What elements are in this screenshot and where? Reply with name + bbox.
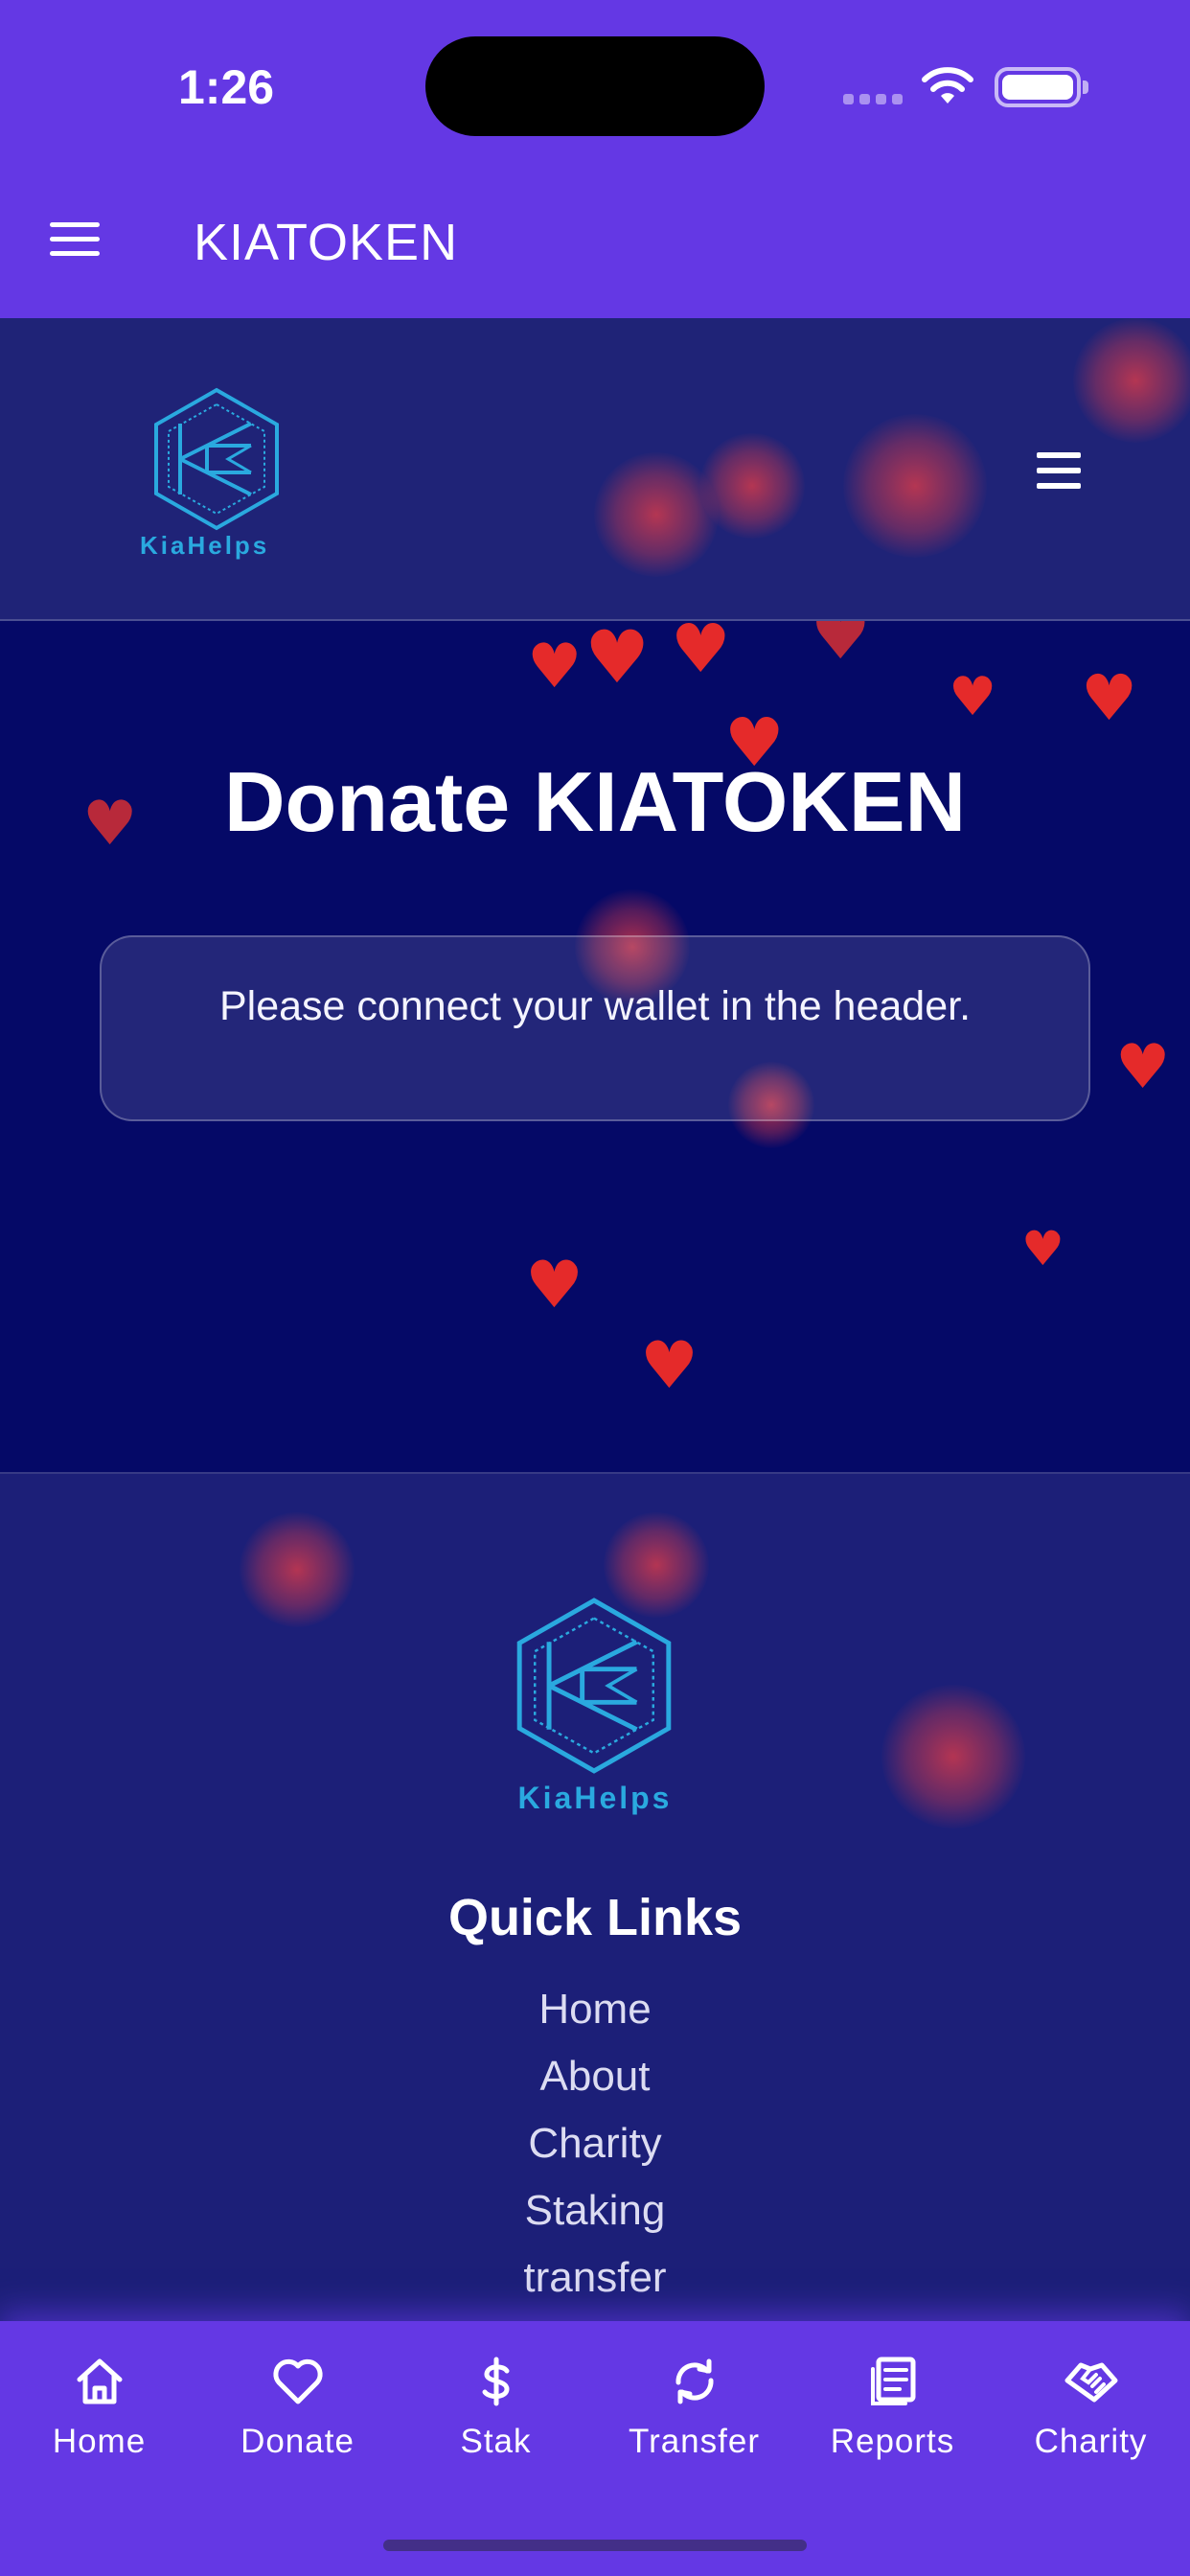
dollar-icon [482,2357,510,2406]
footer-link-transfer[interactable]: transfer [0,2254,1190,2302]
heart-icon: ♥ [949,666,997,728]
bottom-tab-bar: Home Donate Stak Transfer Reports Charit… [0,2321,1190,2576]
logo-text: KiaHelps [140,531,270,560]
drawer-menu-icon[interactable] [50,222,100,257]
tab-donate[interactable]: Donate [198,2354,397,2488]
heart-icon [272,2358,323,2404]
dynamic-island [425,36,765,136]
app-title: KIATOKEN [194,214,459,271]
home-icon [77,2358,122,2404]
glow-blob [594,452,719,577]
heart-icon: ♥ [811,621,871,675]
footer-link-charity[interactable]: Charity [0,2120,1190,2168]
heart-icon: ♥ [1115,1032,1171,1103]
status-bar: 1:26 [0,0,1190,163]
tab-reports[interactable]: Reports [793,2354,992,2488]
tab-charity[interactable]: Charity [992,2354,1190,2488]
kiahelps-logo-icon[interactable] [151,387,282,531]
footer-link-staking[interactable]: Staking [0,2187,1190,2235]
tab-label: Charity [1034,2423,1148,2460]
site-menu-icon[interactable] [1037,452,1081,489]
kiahelps-footer-logo-icon[interactable] [514,1597,675,1775]
footer-link-about[interactable]: About [0,2053,1190,2101]
heart-icon: ♥ [1081,661,1138,735]
heart-icon: ♥ [525,1248,584,1323]
heart-icon: ♥ [640,1328,698,1404]
status-time: 1:26 [178,60,275,114]
home-indicator[interactable] [383,2540,807,2551]
cellular-signal-icon [843,94,904,105]
site-header: KiaHelps [0,318,1190,621]
footer-link-home[interactable]: Home [0,1986,1190,2034]
tab-label: Donate [240,2423,355,2460]
tab-label: Transfer [628,2423,760,2460]
heart-icon: ♥ [671,621,731,688]
tab-stak[interactable]: Stak [397,2354,595,2488]
refresh-icon [675,2358,714,2404]
tab-label: Stak [460,2423,532,2460]
page-title: Donate KIATOKEN [223,754,967,849]
tab-label: Reports [830,2423,955,2460]
tab-label: Home [52,2423,147,2460]
heart-icon: ♥ [584,621,651,700]
glow-blob [699,433,805,539]
document-icon [870,2357,915,2405]
heart-icon: ♥ [1021,1221,1064,1276]
wifi-icon [922,67,973,104]
glow-blob [1073,318,1190,443]
glow-blob [843,414,987,558]
glow-blob [240,1512,355,1627]
quick-links-title: Quick Links [447,1889,743,1946]
tab-transfer[interactable]: Transfer [595,2354,793,2488]
heart-icon: ♥ [527,632,583,702]
donate-section: ♥ ♥ ♥ ♥ ♥ ♥ ♥ ♥ ♥ ♥ ♥ ♥ Donate KIATOKEN … [0,621,1190,1474]
tab-home[interactable]: Home [0,2354,198,2488]
wallet-notice-text: Please connect your wallet in the header… [218,983,972,1029]
footer: KiaHelps Quick Links Home About Charity … [0,1474,1190,2432]
handshake-icon [1064,2362,1117,2403]
app-bar: KIATOKEN [0,163,1190,318]
wallet-notice-card: Please connect your wallet in the header… [100,935,1090,1121]
battery-icon [995,67,1088,107]
footer-logo-text: KiaHelps [517,1781,673,1815]
